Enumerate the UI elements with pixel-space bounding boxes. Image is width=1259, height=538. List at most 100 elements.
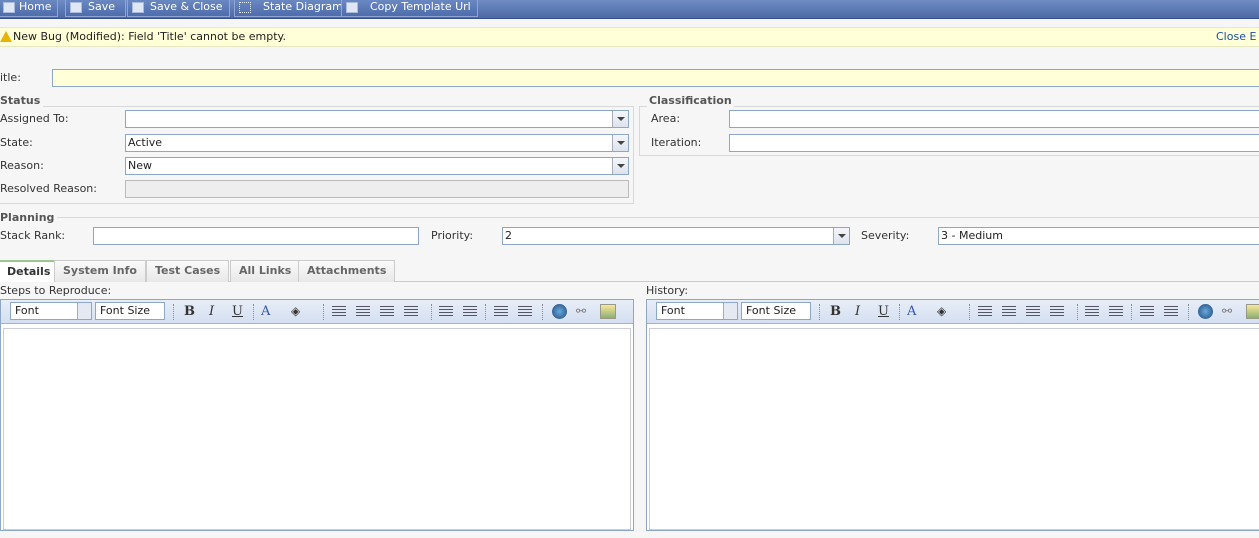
chevron-down-icon[interactable] bbox=[833, 228, 849, 244]
bullet-list-icon[interactable] bbox=[439, 306, 453, 317]
editor-content[interactable] bbox=[3, 328, 631, 530]
assigned-to-label: Assigned To: bbox=[0, 112, 69, 125]
outdent-icon[interactable] bbox=[494, 306, 508, 317]
font-size-value: Font Size bbox=[746, 304, 797, 317]
severity-label: Severity: bbox=[861, 229, 910, 242]
outdent-icon[interactable] bbox=[1140, 306, 1154, 317]
insert-image-icon[interactable] bbox=[600, 304, 616, 319]
numbered-list-icon[interactable] bbox=[463, 306, 477, 317]
separator bbox=[542, 304, 543, 320]
italic-button[interactable]: I bbox=[209, 304, 214, 319]
separator bbox=[1188, 304, 1189, 320]
chevron-down-icon[interactable] bbox=[612, 135, 628, 151]
state-diagram-button[interactable]: State Diagram bbox=[234, 0, 350, 17]
italic-button[interactable]: I bbox=[855, 304, 860, 319]
align-left-icon[interactable] bbox=[332, 306, 346, 317]
align-right-icon[interactable] bbox=[1026, 306, 1040, 317]
history-editor[interactable]: Font Font Size B I U A ◈ ⚯ bbox=[646, 299, 1259, 531]
indent-icon[interactable] bbox=[518, 306, 532, 317]
main-toolbar: Home Save Save & Close State Diagram Cop… bbox=[0, 0, 1259, 19]
tab-test-cases[interactable]: Test Cases bbox=[146, 260, 230, 282]
font-size-select[interactable]: Font Size bbox=[741, 302, 811, 320]
bold-button[interactable]: B bbox=[184, 304, 195, 319]
editor-content[interactable] bbox=[649, 328, 1259, 530]
iteration-label: Iteration: bbox=[651, 136, 702, 149]
copy-icon bbox=[346, 2, 358, 13]
insert-image-icon[interactable] bbox=[1246, 304, 1259, 319]
unlink-icon[interactable]: ⚯ bbox=[1222, 304, 1232, 319]
close-link[interactable]: Close E bbox=[1216, 28, 1256, 46]
home-button[interactable]: Home bbox=[0, 0, 59, 17]
font-select[interactable]: Font bbox=[656, 302, 738, 320]
highlight-color-icon[interactable]: ◈ bbox=[937, 304, 946, 319]
chevron-down-icon[interactable] bbox=[612, 158, 628, 174]
reason-label: Reason: bbox=[0, 159, 44, 172]
tab-all-links[interactable]: All Links bbox=[230, 260, 301, 282]
copy-template-url-button[interactable]: Copy Template Url bbox=[341, 0, 478, 17]
chevron-down-icon[interactable] bbox=[77, 303, 91, 319]
separator bbox=[173, 304, 174, 320]
editor-toolbar: Font Font Size B I U A ◈ ⚯ bbox=[647, 300, 1259, 324]
home-icon bbox=[3, 2, 15, 13]
title-input[interactable] bbox=[52, 69, 1259, 87]
separator bbox=[323, 304, 324, 320]
insert-link-icon[interactable] bbox=[552, 304, 567, 319]
align-right-icon[interactable] bbox=[380, 306, 394, 317]
classification-legend: Classification bbox=[647, 94, 734, 107]
highlight-color-icon[interactable]: ◈ bbox=[291, 304, 300, 319]
bold-button[interactable]: B bbox=[830, 304, 841, 319]
font-select[interactable]: Font bbox=[10, 302, 92, 320]
save-close-label: Save & Close bbox=[150, 0, 223, 13]
font-size-value: Font Size bbox=[100, 304, 151, 317]
planning-legend: Planning bbox=[0, 211, 58, 224]
steps-editor[interactable]: Font Font Size B I U A ◈ ⚯ bbox=[0, 299, 634, 531]
font-color-button[interactable]: A bbox=[261, 304, 270, 319]
assigned-to-select[interactable] bbox=[125, 110, 629, 128]
align-center-icon[interactable] bbox=[356, 306, 370, 317]
separator bbox=[899, 304, 900, 320]
justify-icon[interactable] bbox=[404, 306, 418, 317]
state-value: Active bbox=[128, 136, 163, 149]
insert-link-icon[interactable] bbox=[1198, 304, 1213, 319]
font-color-button[interactable]: A bbox=[907, 304, 916, 319]
severity-select[interactable]: 3 - Medium bbox=[938, 227, 1259, 245]
history-label: History: bbox=[646, 284, 689, 297]
indent-icon[interactable] bbox=[1164, 306, 1178, 317]
state-select[interactable]: Active bbox=[125, 134, 629, 152]
state-diagram-icon bbox=[239, 2, 251, 13]
state-label: State: bbox=[0, 136, 33, 149]
state-diagram-label: State Diagram bbox=[263, 0, 343, 13]
align-center-icon[interactable] bbox=[1002, 306, 1016, 317]
stack-rank-input[interactable] bbox=[93, 227, 419, 245]
iteration-input[interactable] bbox=[729, 134, 1259, 152]
chevron-down-icon[interactable] bbox=[723, 303, 737, 319]
numbered-list-icon[interactable] bbox=[1109, 306, 1123, 317]
separator bbox=[1131, 304, 1132, 320]
editor-toolbar: Font Font Size B I U A ◈ ⚯ bbox=[1, 300, 633, 324]
tab-attachments[interactable]: Attachments bbox=[298, 260, 396, 282]
underline-button[interactable]: U bbox=[232, 304, 243, 319]
align-left-icon[interactable] bbox=[978, 306, 992, 317]
font-size-select[interactable]: Font Size bbox=[95, 302, 165, 320]
underline-button[interactable]: U bbox=[878, 304, 889, 319]
steps-label: Steps to Reproduce: bbox=[0, 284, 112, 297]
title-label: itle: bbox=[0, 71, 21, 84]
chevron-down-icon[interactable] bbox=[612, 111, 628, 127]
justify-icon[interactable] bbox=[1050, 306, 1064, 317]
save-button[interactable]: Save bbox=[65, 0, 126, 17]
save-icon bbox=[70, 2, 82, 13]
bullet-list-icon[interactable] bbox=[1085, 306, 1099, 317]
copy-url-label: Copy Template Url bbox=[370, 0, 471, 13]
font-value: Font bbox=[15, 304, 39, 317]
unlink-icon[interactable]: ⚯ bbox=[576, 304, 586, 319]
priority-select[interactable]: 2 bbox=[502, 227, 850, 245]
save-close-button[interactable]: Save & Close bbox=[127, 0, 230, 17]
warning-icon bbox=[0, 31, 12, 42]
status-legend: Status bbox=[0, 94, 44, 107]
reason-select[interactable]: New bbox=[125, 157, 629, 175]
tab-system-info[interactable]: System Info bbox=[54, 260, 146, 282]
save-label: Save bbox=[88, 0, 116, 13]
info-message: New Bug (Modified): Field 'Title' cannot… bbox=[13, 30, 286, 43]
area-input[interactable] bbox=[729, 110, 1259, 128]
tab-details[interactable]: Details bbox=[0, 260, 60, 282]
